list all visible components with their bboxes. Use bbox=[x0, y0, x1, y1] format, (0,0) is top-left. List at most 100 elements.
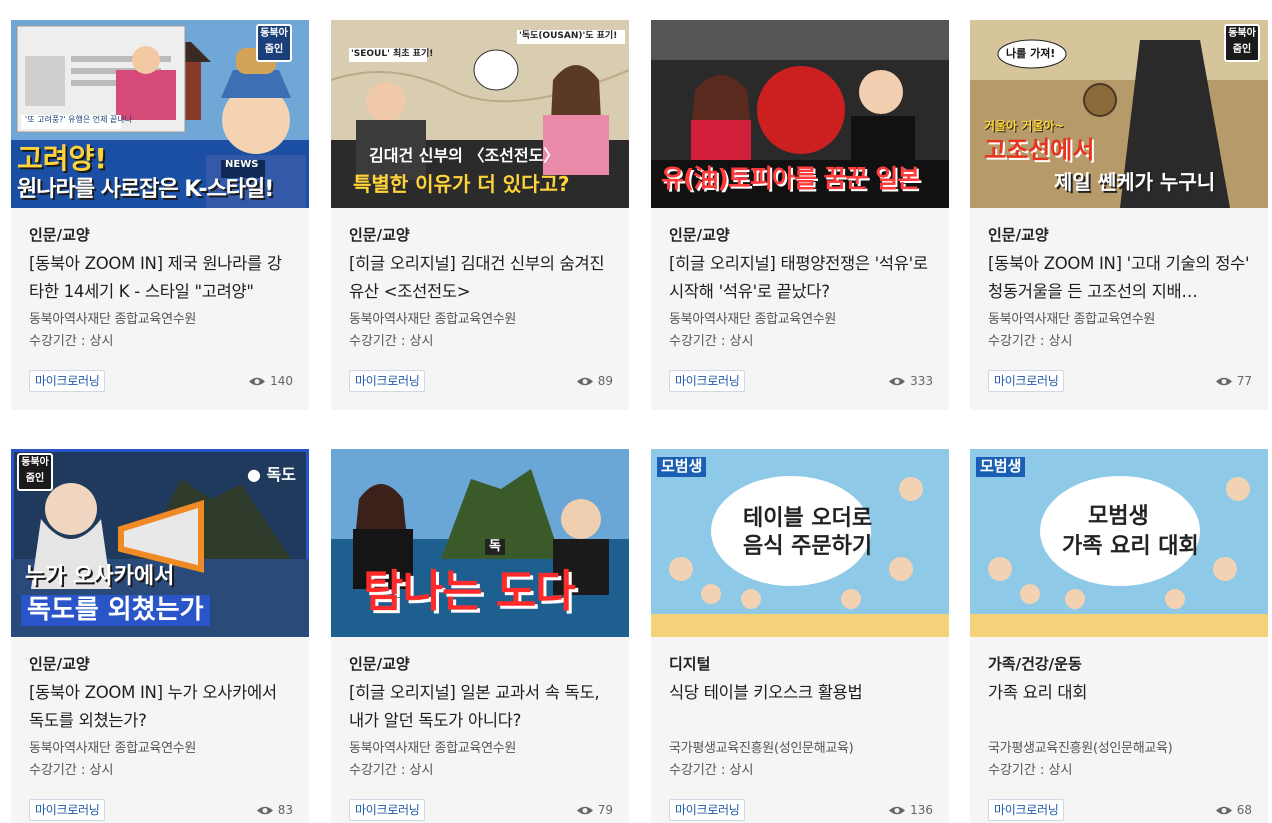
course-organization: 동북아역사재단 종합교육연수원 bbox=[669, 312, 837, 327]
course-category: 가족/건강/운동 bbox=[988, 655, 1082, 673]
course-category: 인문/교양 bbox=[349, 655, 410, 673]
thumb-subheadline: 제일 쎈케가 누구니 bbox=[1054, 170, 1216, 194]
course-type-badge: 마이크로러닝 bbox=[669, 799, 746, 821]
course-card[interactable]: 동북아 줌인 ● 독도 누가 오사카에서 독도를 외쳤는가 인문/교양 [동북아… bbox=[11, 449, 309, 823]
eye-icon bbox=[576, 806, 593, 814]
course-title[interactable]: [동북아 ZOOM IN] 누가 오사카에서 독도를 외쳤는가? bbox=[29, 679, 291, 735]
course-title[interactable]: 식당 테이블 키오스크 활용법 bbox=[669, 679, 931, 735]
thumb-line: 모범생 bbox=[1088, 504, 1149, 529]
course-thumbnail[interactable]: 'SEOUL' 최초 표기! '독도(OUSAN)'도 표기! 김대건 신부의 … bbox=[331, 20, 629, 208]
thumb-headline: 독도를 외쳤는가 bbox=[21, 595, 210, 627]
course-card[interactable]: 모범생 테이블 오더로 음식 주문하기 디지털 식당 테이블 키오스크 활용법 … bbox=[651, 449, 949, 823]
course-card[interactable]: 'SEOUL' 최초 표기! '독도(OUSAN)'도 표기! 김대건 신부의 … bbox=[331, 20, 629, 410]
course-card[interactable]: 동북아 줌인 나를 가져! 거울아 거울아~ 고조선에서 제일 쎈케가 누구니 … bbox=[970, 20, 1268, 410]
course-info: 인문/교양 [동북아 ZOOM IN] '고대 기술의 정수' 청동거울을 든 … bbox=[970, 208, 1268, 410]
course-thumbnail[interactable]: 동북아 줌인 ● 독도 누가 오사카에서 독도를 외쳤는가 bbox=[11, 449, 309, 637]
course-period: 수강기간 : 상시 bbox=[29, 334, 114, 349]
view-count-value: 89 bbox=[597, 374, 613, 388]
view-count-value: 140 bbox=[270, 374, 293, 388]
course-title[interactable]: [히글 오리지널] 일본 교과서 속 독도, 내가 알던 독도가 아니다? bbox=[349, 679, 611, 735]
course-title[interactable]: [히글 오리지널] 김대건 신부의 숨겨진 유산 <조선전도> bbox=[349, 250, 611, 306]
brand-badge: 동북아 줌인 bbox=[256, 24, 292, 62]
course-period: 수강기간 : 상시 bbox=[29, 763, 114, 778]
view-count-value: 77 bbox=[1236, 374, 1252, 388]
thumb-headline: 유(油)토피아를 꿈꾼 일본 bbox=[661, 164, 920, 193]
course-category: 인문/교양 bbox=[988, 226, 1049, 244]
course-info: 인문/교양 [동북아 ZOOM IN] 누가 오사카에서 독도를 외쳤는가? 동… bbox=[11, 637, 309, 823]
course-organization: 동북아역사재단 종합교육연수원 bbox=[349, 741, 517, 756]
view-count: 140 bbox=[248, 374, 293, 388]
view-count-value: 136 bbox=[910, 803, 933, 817]
eye-icon bbox=[256, 806, 273, 814]
thumb-headline: 가족 요리 대회 bbox=[1062, 534, 1199, 559]
view-count: 68 bbox=[1215, 803, 1252, 817]
view-count: 79 bbox=[576, 803, 613, 817]
course-info: 인문/교양 [동북아 ZOOM IN] 제국 원나라를 강타한 14세기 K -… bbox=[11, 208, 309, 410]
course-type-badge: 마이크로러닝 bbox=[988, 799, 1065, 821]
thumb-headline: 고려양! bbox=[17, 142, 108, 175]
thumb-line: 테이블 오더로 bbox=[743, 506, 873, 531]
view-count: 333 bbox=[888, 374, 933, 388]
course-organization: 동북아역사재단 종합교육연수원 bbox=[349, 312, 517, 327]
brand-logo: 모범생 bbox=[657, 457, 707, 477]
thumb-bubble: 나를 가져! bbox=[1006, 47, 1056, 60]
course-thumbnail[interactable]: 모범생 모범생 가족 요리 대회 bbox=[970, 449, 1268, 637]
course-type-badge: 마이크로러닝 bbox=[349, 370, 426, 392]
thumb-location: ● 독도 bbox=[247, 465, 296, 484]
course-info: 디지털 식당 테이블 키오스크 활용법 국가평생교육진흥원(성인문해교육) 수강… bbox=[651, 637, 949, 823]
course-thumbnail[interactable]: 모범생 테이블 오더로 음식 주문하기 bbox=[651, 449, 949, 637]
course-period: 수강기간 : 상시 bbox=[988, 763, 1073, 778]
view-count-value: 68 bbox=[1236, 803, 1252, 817]
view-count: 83 bbox=[256, 803, 293, 817]
thumb-line: 누가 오사카에서 bbox=[25, 564, 175, 589]
course-organization: 국가평생교육진흥원(성인문해교육) bbox=[988, 741, 1173, 756]
thumb-subheadline: 원나라를 사로잡은 K-스타일! bbox=[17, 177, 274, 202]
thumb-tag: 독 bbox=[485, 539, 505, 555]
eye-icon bbox=[889, 806, 906, 814]
view-count: 77 bbox=[1215, 374, 1252, 388]
course-card[interactable]: 유(油)토피아를 꿈꾼 일본 인문/교양 [히글 오리지널] 태평양전쟁은 '석… bbox=[651, 20, 949, 410]
course-info: 인문/교양 [히글 오리지널] 태평양전쟁은 '석유'로 시작해 '석유'로 끝… bbox=[651, 208, 949, 410]
view-count: 136 bbox=[888, 803, 933, 817]
eye-icon bbox=[1215, 377, 1232, 385]
course-thumbnail[interactable]: 독 탐나는 도다 bbox=[331, 449, 629, 637]
course-category: 인문/교양 bbox=[29, 226, 90, 244]
course-title[interactable]: [동북아 ZOOM IN] 제국 원나라를 강타한 14세기 K - 스타일 "… bbox=[29, 250, 291, 306]
eye-icon bbox=[889, 377, 906, 385]
course-period: 수강기간 : 상시 bbox=[349, 334, 434, 349]
course-category: 인문/교양 bbox=[349, 226, 410, 244]
view-count-value: 83 bbox=[277, 803, 293, 817]
course-type-badge: 마이크로러닝 bbox=[349, 799, 426, 821]
brand-logo: 모범생 bbox=[976, 457, 1026, 477]
course-title[interactable]: [히글 오리지널] 태평양전쟁은 '석유'로 시작해 '석유'로 끝났다? bbox=[669, 250, 931, 306]
thumb-location-label: 독도 bbox=[266, 465, 296, 484]
course-title[interactable]: [동북아 ZOOM IN] '고대 기술의 정수' 청동거울을 든 고조선의 지… bbox=[988, 250, 1250, 306]
course-type-badge: 마이크로러닝 bbox=[29, 370, 106, 392]
course-thumbnail[interactable]: 유(油)토피아를 꿈꾼 일본 bbox=[651, 20, 949, 208]
eye-icon bbox=[1215, 806, 1232, 814]
course-period: 수강기간 : 상시 bbox=[988, 334, 1073, 349]
course-category: 디지털 bbox=[669, 655, 711, 673]
course-card[interactable]: 모범생 모범생 가족 요리 대회 가족/건강/운동 가족 요리 대회 국가평생교… bbox=[970, 449, 1268, 823]
brand-badge: 동북아 줌인 bbox=[17, 453, 53, 491]
course-card[interactable]: '또 고려풍?' 유행은 언제 끝나나 NEWS 동북아 줌인 고려양! 원나라… bbox=[11, 20, 309, 410]
course-grid: '또 고려풍?' 유행은 언제 끝나나 NEWS 동북아 줌인 고려양! 원나라… bbox=[0, 0, 1272, 823]
course-info: 인문/교양 [히글 오리지널] 김대건 신부의 숨겨진 유산 <조선전도> 동북… bbox=[331, 208, 629, 410]
course-period: 수강기간 : 상시 bbox=[669, 334, 754, 349]
thumb-headline: 고조선에서 bbox=[984, 136, 1095, 164]
view-count: 89 bbox=[576, 374, 613, 388]
course-thumbnail[interactable]: 동북아 줌인 나를 가져! 거울아 거울아~ 고조선에서 제일 쎈케가 누구니 bbox=[970, 20, 1268, 208]
thumb-headline: 음식 주문하기 bbox=[743, 534, 873, 559]
thumb-label: '독도(OUSAN)'도 표기! bbox=[519, 31, 618, 41]
thumb-headline: 김대건 신부의 〈조선전도〉 bbox=[369, 146, 560, 165]
course-card[interactable]: 독 탐나는 도다 인문/교양 [히글 오리지널] 일본 교과서 속 독도, 내가… bbox=[331, 449, 629, 823]
course-organization: 동북아역사재단 종합교육연수원 bbox=[29, 312, 197, 327]
view-count-value: 333 bbox=[910, 374, 933, 388]
course-type-badge: 마이크로러닝 bbox=[669, 370, 746, 392]
course-organization: 국가평생교육진흥원(성인문해교육) bbox=[669, 741, 854, 756]
course-info: 가족/건강/운동 가족 요리 대회 국가평생교육진흥원(성인문해교육) 수강기간… bbox=[970, 637, 1268, 823]
course-thumbnail[interactable]: '또 고려풍?' 유행은 언제 끝나나 NEWS 동북아 줌인 고려양! 원나라… bbox=[11, 20, 309, 208]
course-title[interactable]: 가족 요리 대회 bbox=[988, 679, 1250, 735]
course-period: 수강기간 : 상시 bbox=[349, 763, 434, 778]
thumb-caption: '또 고려풍?' 유행은 언제 끝나나 bbox=[25, 115, 133, 124]
